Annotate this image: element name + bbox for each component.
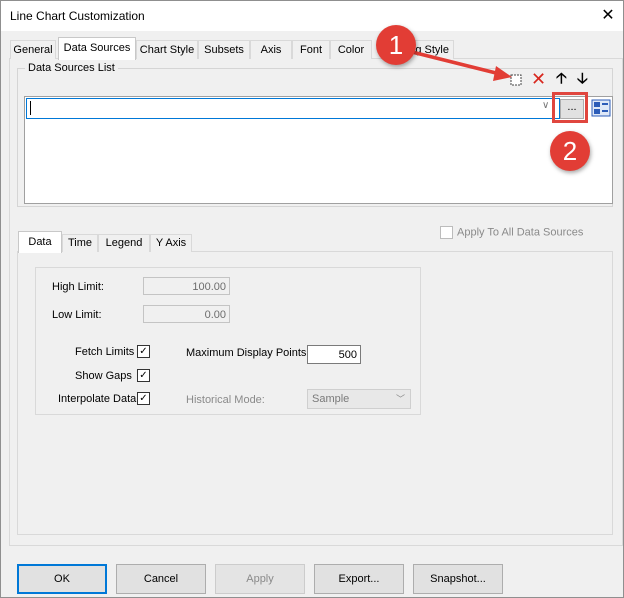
fetch-limits-label: Fetch Limits	[75, 346, 135, 358]
max-display-points-label: Maximum Display Points:	[186, 347, 310, 359]
chevron-down-icon: ﹀	[396, 394, 406, 404]
tab-y-axis[interactable]: Y Axis	[150, 234, 192, 252]
max-display-points-field[interactable]: 500	[307, 345, 361, 364]
interpolate-data-checkbox[interactable]: ✓	[137, 392, 150, 405]
snapshot-button[interactable]: Snapshot...	[413, 564, 503, 594]
cancel-button[interactable]: Cancel	[116, 564, 206, 594]
apply-to-all-checkbox[interactable]: Apply To All Data Sources	[440, 226, 583, 239]
low-limit-field[interactable]: 0.00	[143, 305, 230, 323]
fetch-limits-checkbox[interactable]: ✓	[137, 345, 150, 358]
tab-data[interactable]: Data	[18, 231, 62, 253]
ok-button[interactable]: OK	[17, 564, 107, 594]
tab-legend[interactable]: Legend	[98, 234, 150, 252]
apply-to-all-label: Apply To All Data Sources	[457, 226, 584, 239]
show-gaps-checkbox[interactable]: ✓	[137, 369, 150, 382]
apply-to-all-box[interactable]	[440, 226, 453, 239]
tab-time[interactable]: Time	[62, 234, 98, 252]
export-button[interactable]: Export...	[314, 564, 404, 594]
low-limit-label: Low Limit:	[52, 309, 102, 321]
historical-mode-label: Historical Mode:	[186, 394, 265, 406]
high-limit-field[interactable]: 100.00	[143, 277, 230, 295]
callout-badge-1: 1	[376, 25, 416, 65]
show-gaps-label: Show Gaps	[75, 370, 132, 382]
tab-data-sources[interactable]: Data Sources	[58, 37, 136, 60]
callout-badge-2: 2	[550, 131, 590, 171]
interpolate-data-label: Interpolate Data	[58, 393, 137, 405]
apply-button[interactable]: Apply	[215, 564, 305, 594]
high-limit-label: High Limit:	[52, 281, 104, 293]
